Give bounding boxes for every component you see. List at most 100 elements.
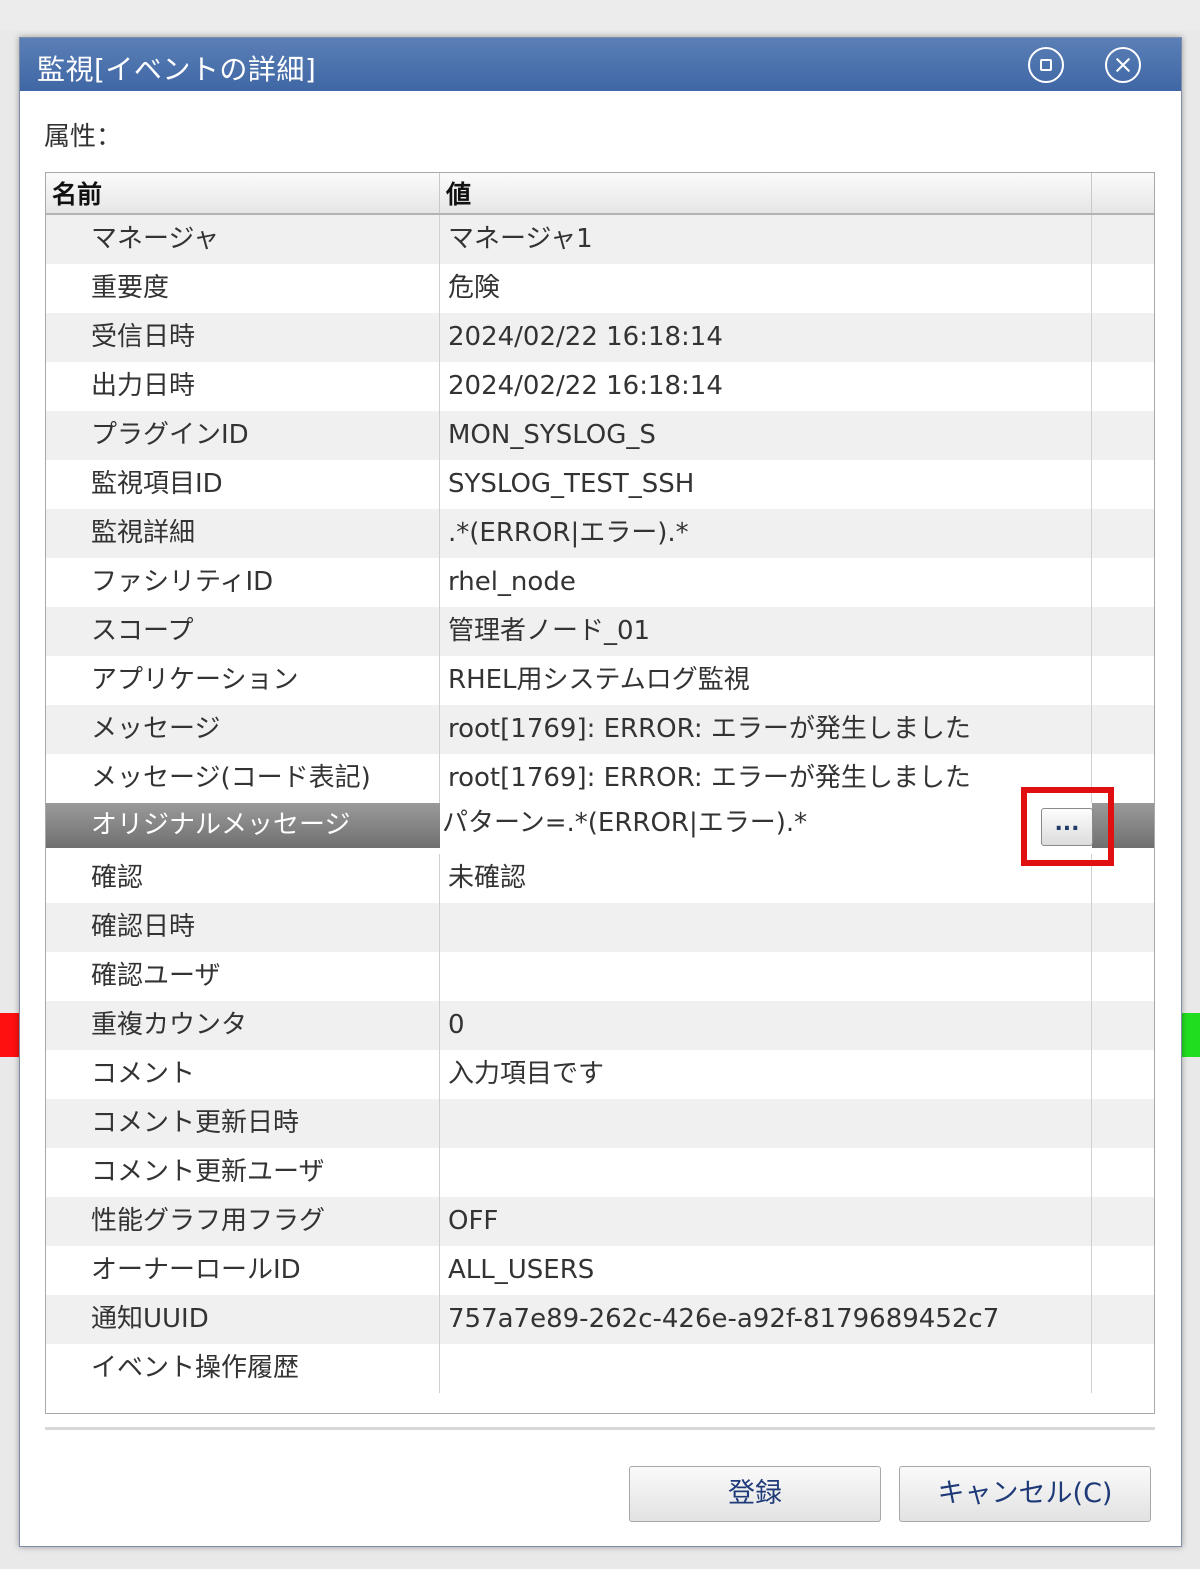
table-row[interactable]: プラグインID MON_SYSLOG_S — [46, 411, 1154, 460]
cell-value — [440, 903, 1092, 952]
cell-value — [440, 1148, 1092, 1197]
cell-value: SYSLOG_TEST_SSH — [440, 460, 1092, 509]
cell-name: アプリケーション — [46, 656, 440, 705]
event-detail-dialog: 監視[イベントの詳細] 属性： 名前 値 マネージャ マネージャ1 重要度 危険 受信日… — [19, 37, 1182, 1547]
cell-extra — [1092, 952, 1154, 1001]
table-row[interactable]: アプリケーション RHEL用システムログ監視 — [46, 656, 1154, 705]
table-row[interactable]: オーナーロールID ALL_USERS — [46, 1246, 1154, 1295]
cell-value: .*(ERROR|エラー).* — [440, 509, 1092, 558]
cell-extra — [1092, 705, 1154, 754]
cell-value: 0 — [440, 1001, 1092, 1050]
table-row[interactable]: 確認ユーザ — [46, 952, 1154, 1001]
cell-extra — [1092, 509, 1154, 558]
background-status-green — [1180, 1013, 1200, 1057]
table-row[interactable]: 受信日時 2024/02/22 16:18:14 — [46, 313, 1154, 362]
cell-value: root[1769]: ERROR: エラーが発生しました — [440, 705, 1092, 754]
cell-extra — [1092, 656, 1154, 705]
expand-message-button[interactable]: ... — [1041, 808, 1093, 846]
cell-extra — [1092, 313, 1154, 362]
cell-value: rhel_node — [440, 558, 1092, 607]
column-header-value[interactable]: 値 — [440, 173, 1092, 213]
cell-name: 受信日時 — [46, 313, 440, 362]
column-header-extra — [1092, 173, 1154, 213]
cell-value: 2024/02/22 16:18:14 — [440, 362, 1092, 411]
table-row[interactable]: ファシリティID rhel_node — [46, 558, 1154, 607]
cell-value: 管理者ノード_01 — [440, 607, 1092, 656]
cell-extra — [1092, 362, 1154, 411]
cell-name: ファシリティID — [46, 558, 440, 607]
cell-name: メッセージ(コード表記) — [46, 754, 440, 803]
attributes-label: 属性： — [44, 122, 123, 152]
table-row[interactable]: スコープ 管理者ノード_01 — [46, 607, 1154, 656]
cell-value: 未確認 — [440, 854, 1092, 903]
cell-value: ALL_USERS — [440, 1246, 1092, 1295]
cell-name: 重要度 — [46, 264, 440, 313]
cell-extra — [1092, 1099, 1154, 1148]
table-row[interactable]: マネージャ マネージャ1 — [46, 215, 1154, 264]
column-header-name[interactable]: 名前 — [46, 173, 440, 213]
table-row[interactable]: 重複カウンタ 0 — [46, 1001, 1154, 1050]
table-row[interactable]: イベント操作履歴 — [46, 1344, 1154, 1393]
cell-name: オリジナルメッセージ — [46, 803, 440, 848]
table-row[interactable]: 性能グラフ用フラグ OFF — [46, 1197, 1154, 1246]
cell-extra — [1092, 460, 1154, 509]
background-status-red — [0, 1013, 20, 1057]
cell-extra — [1092, 1148, 1154, 1197]
table-row[interactable]: 重要度 危険 — [46, 264, 1154, 313]
cell-value: マネージャ1 — [440, 215, 1092, 264]
cell-value — [440, 1099, 1092, 1148]
cell-value: 危険 — [440, 264, 1092, 313]
cell-value: OFF — [440, 1197, 1092, 1246]
cell-name: プラグインID — [46, 411, 440, 460]
cell-value: RHEL用システムログ監視 — [440, 656, 1092, 705]
cell-extra — [1092, 754, 1154, 803]
cell-extra — [1092, 215, 1154, 264]
table-row[interactable]: 監視項目ID SYSLOG_TEST_SSH — [46, 460, 1154, 509]
divider — [45, 1427, 1155, 1430]
cell-name: 確認日時 — [46, 903, 440, 952]
dialog-titlebar: 監視[イベントの詳細] — [20, 38, 1181, 91]
cell-name: 出力日時 — [46, 362, 440, 411]
table-header: 名前 値 — [46, 173, 1154, 215]
table-row[interactable]: メッセージ root[1769]: ERROR: エラーが発生しました — [46, 705, 1154, 754]
maximize-icon[interactable] — [1028, 47, 1064, 83]
cell-extra — [1092, 1050, 1154, 1099]
cell-name: 重複カウンタ — [46, 1001, 440, 1050]
table-row[interactable]: 確認日時 — [46, 903, 1154, 952]
cell-extra — [1092, 1344, 1154, 1393]
close-icon[interactable] — [1105, 47, 1141, 83]
cell-name: コメント更新ユーザ — [46, 1148, 440, 1197]
table-row[interactable]: 監視詳細 .*(ERROR|エラー).* — [46, 509, 1154, 558]
cell-name: スコープ — [46, 607, 440, 656]
cell-name: 確認 — [46, 854, 440, 903]
cell-name: オーナーロールID — [46, 1246, 440, 1295]
cell-name: 監視詳細 — [46, 509, 440, 558]
cell-extra — [1092, 1001, 1154, 1050]
cell-value: 入力項目です — [440, 1050, 1092, 1099]
attributes-table: 名前 値 マネージャ マネージャ1 重要度 危険 受信日時 2024/02/22 16:1… — [45, 172, 1155, 1414]
table-row[interactable]: 確認 未確認 — [46, 854, 1154, 903]
table-row-selected[interactable]: オリジナルメッセージ パターン=.*(ERROR|エラー).*... — [46, 803, 1154, 848]
cell-name: イベント操作履歴 — [46, 1344, 440, 1393]
cancel-button[interactable]: キャンセル(C) — [899, 1466, 1151, 1522]
cell-name: 監視項目ID — [46, 460, 440, 509]
cell-value: root[1769]: ERROR: エラーが発生しました — [440, 754, 1092, 803]
table-row[interactable]: 出力日時 2024/02/22 16:18:14 — [46, 362, 1154, 411]
table-row[interactable]: コメント 入力項目です — [46, 1050, 1154, 1099]
cell-extra — [1092, 264, 1154, 313]
background-app-header — [0, 0, 1200, 30]
cell-extra — [1092, 607, 1154, 656]
cell-name: コメント更新日時 — [46, 1099, 440, 1148]
cell-extra — [1092, 558, 1154, 607]
table-row[interactable]: コメント更新ユーザ — [46, 1148, 1154, 1197]
cell-extra — [1092, 1197, 1154, 1246]
table-row[interactable]: メッセージ(コード表記) root[1769]: ERROR: エラーが発生しまし… — [46, 754, 1154, 803]
dialog-title: 監視[イベントの詳細] — [37, 53, 317, 86]
cell-name: 性能グラフ用フラグ — [46, 1197, 440, 1246]
cell-extra — [1092, 803, 1154, 848]
cell-value: 757a7e89-262c-426e-a92f-8179689452c7 — [440, 1295, 1092, 1344]
table-row[interactable]: コメント更新日時 — [46, 1099, 1154, 1148]
table-row[interactable]: 通知UUID 757a7e89-262c-426e-a92f-8179689452… — [46, 1295, 1154, 1344]
register-button[interactable]: 登録 — [629, 1466, 881, 1522]
cell-name: コメント — [46, 1050, 440, 1099]
